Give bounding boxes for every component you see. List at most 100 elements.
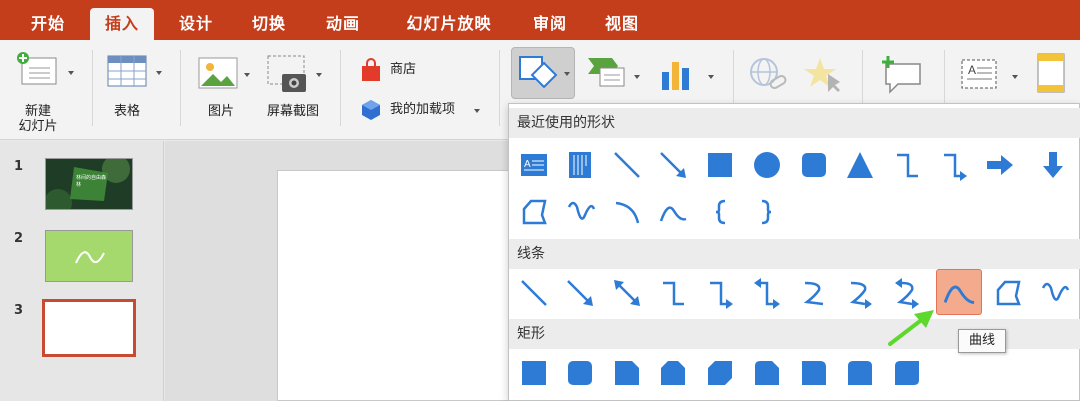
arrow-line-icon[interactable]	[561, 274, 599, 312]
snip-same-side-icon[interactable]	[654, 354, 692, 392]
header-footer-button[interactable]	[1034, 52, 1074, 100]
triangle-icon[interactable]	[841, 146, 879, 184]
vertical-text-box-icon[interactable]	[561, 146, 599, 184]
rectangle-icon[interactable]	[515, 354, 553, 392]
scribble-icon[interactable]	[561, 193, 599, 231]
new-slide-label-2: 幻灯片	[18, 119, 58, 134]
elbow-double-arrow-connector-icon[interactable]	[748, 274, 786, 312]
text-box-icon: A	[961, 59, 997, 89]
freeform-icon[interactable]	[515, 193, 553, 231]
tab-view[interactable]: 视图	[592, 8, 652, 40]
hyperlink-button[interactable]	[748, 54, 792, 98]
double-arrow-line-icon[interactable]	[608, 274, 646, 312]
ribbon-divider	[340, 50, 341, 126]
chevron-down-icon	[316, 73, 322, 77]
freeform-icon[interactable]	[989, 274, 1027, 312]
elbow-connector-icon[interactable]	[888, 146, 926, 184]
shapes-icon	[519, 56, 558, 89]
slide-thumbnail-3-selected[interactable]	[42, 299, 136, 357]
picture-icon	[198, 57, 238, 89]
text-box-icon[interactable]: A	[515, 146, 553, 184]
action-star-icon	[804, 58, 840, 92]
picture-label: 图片	[207, 104, 234, 119]
round-single-corner-icon[interactable]	[795, 354, 833, 392]
store-button[interactable]: 商店	[360, 58, 440, 82]
slide-thumbnail-1[interactable]: 林间的自由森林	[45, 158, 133, 210]
tab-home[interactable]: 开始	[18, 8, 78, 40]
rounded-rectangle-icon[interactable]	[561, 354, 599, 392]
right-brace-icon[interactable]	[748, 193, 786, 231]
tab-transitions[interactable]: 切换	[239, 8, 299, 40]
right-arrow-icon[interactable]	[981, 146, 1019, 184]
tab-insert[interactable]: 插入	[90, 8, 154, 40]
slide-number: 1	[14, 159, 24, 174]
ribbon-divider	[499, 50, 500, 126]
scribble-icon[interactable]	[1035, 274, 1073, 312]
snip-single-corner-icon[interactable]	[608, 354, 646, 392]
round-diagonal-icon[interactable]	[888, 354, 926, 392]
snip-diagonal-icon[interactable]	[701, 354, 739, 392]
svg-text:A: A	[524, 159, 531, 170]
screenshot-button[interactable]: 屏幕截图	[262, 52, 328, 132]
snip-round-corner-icon[interactable]	[748, 354, 786, 392]
green-pointer-arrow	[888, 310, 934, 346]
line-icon[interactable]	[608, 146, 646, 184]
tab-review[interactable]: 审阅	[520, 8, 580, 40]
chart-icon	[662, 62, 689, 90]
new-slide-label: 新建	[24, 104, 51, 119]
smartart-button[interactable]	[586, 54, 646, 98]
ribbon-tab-bar: 开始 插入 设计 切换 动画 幻灯片放映 审阅 视图	[0, 0, 1080, 40]
chart-button[interactable]	[658, 54, 718, 98]
chevron-down-icon	[1012, 75, 1018, 79]
line-icon[interactable]	[515, 274, 553, 312]
addins-icon	[362, 100, 380, 120]
screenshot-label: 屏幕截图	[266, 104, 319, 119]
comment-icon	[882, 56, 921, 94]
tab-slideshow[interactable]: 幻灯片放映	[389, 8, 509, 40]
hyperlink-globe-icon	[750, 58, 787, 89]
slide-thumbnail-2[interactable]	[45, 230, 133, 282]
slide-number: 3	[14, 303, 24, 318]
new-slide-button[interactable]: 新建 幻灯片	[14, 50, 76, 140]
table-button[interactable]: 表格	[106, 52, 168, 132]
tab-animations[interactable]: 动画	[313, 8, 373, 40]
curve-icon-highlighted[interactable]	[936, 269, 982, 315]
elbow-connector-icon[interactable]	[654, 274, 692, 312]
store-bag-icon	[362, 58, 380, 81]
curved-connector-icon[interactable]	[795, 274, 833, 312]
new-slide-icon	[17, 52, 57, 85]
elbow-arrow-connector-icon[interactable]	[701, 274, 739, 312]
ribbon-divider	[92, 50, 93, 126]
slide1-title: 林间的自由森林	[76, 175, 107, 188]
section-header-lines: 线条	[509, 239, 1080, 269]
round-same-side-icon[interactable]	[841, 354, 879, 392]
chevron-down-icon	[634, 75, 640, 79]
slide-thumbnail-panel: 1 林间的自由森林 2 3	[0, 141, 164, 401]
chevron-down-icon	[474, 109, 480, 113]
new-comment-button[interactable]	[878, 54, 926, 98]
picture-button[interactable]: 图片	[196, 52, 256, 132]
curved-arrow-connector-icon[interactable]	[841, 274, 879, 312]
rectangle-icon[interactable]	[701, 146, 739, 184]
table-icon	[107, 55, 147, 87]
arc-icon[interactable]	[608, 193, 646, 231]
down-arrow-icon[interactable]	[1034, 146, 1072, 184]
left-brace-icon[interactable]	[701, 193, 739, 231]
elbow-arrow-connector-icon[interactable]	[935, 146, 973, 184]
arrow-line-icon[interactable]	[654, 146, 692, 184]
rounded-rectangle-icon[interactable]	[795, 146, 833, 184]
ribbon-divider	[180, 50, 181, 126]
current-slide[interactable]	[277, 170, 517, 401]
my-addins-button[interactable]: 我的加载项	[360, 98, 490, 122]
curve-icon[interactable]	[654, 193, 692, 231]
shapes-button[interactable]	[511, 47, 575, 99]
tab-design[interactable]: 设计	[166, 8, 226, 40]
store-label: 商店	[390, 62, 417, 77]
action-button[interactable]	[802, 54, 846, 98]
text-box-button[interactable]: A	[958, 54, 1022, 98]
chevron-down-icon	[68, 71, 74, 75]
oval-icon[interactable]	[748, 146, 786, 184]
table-label: 表格	[113, 104, 140, 119]
chevron-down-icon	[156, 71, 162, 75]
svg-text:A: A	[968, 63, 976, 77]
